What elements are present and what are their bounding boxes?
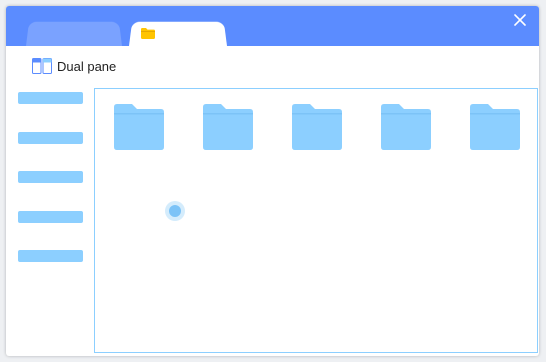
touch-indicator xyxy=(165,201,185,221)
sidebar-item[interactable] xyxy=(18,250,83,262)
file-content-pane[interactable] xyxy=(94,88,538,353)
sidebar-item[interactable] xyxy=(18,92,83,104)
sidebar-item[interactable] xyxy=(18,171,83,183)
folder-icon[interactable] xyxy=(381,104,431,150)
dual-pane-button[interactable]: Dual pane xyxy=(32,56,116,76)
close-icon[interactable] xyxy=(512,12,528,28)
file-manager-window: Dual pane xyxy=(6,6,539,356)
sidebar-item[interactable] xyxy=(18,211,83,223)
folder-icon[interactable] xyxy=(470,104,520,150)
folder-icon[interactable] xyxy=(203,104,253,150)
folder-icon xyxy=(141,28,155,39)
tab-inactive[interactable] xyxy=(26,21,122,46)
title-bar xyxy=(6,6,539,46)
dual-pane-icon xyxy=(32,58,52,74)
toolbar: Dual pane xyxy=(6,46,539,86)
dual-pane-label: Dual pane xyxy=(57,58,117,74)
sidebar-item[interactable] xyxy=(18,132,83,144)
folder-icon[interactable] xyxy=(114,104,164,150)
folder-icon[interactable] xyxy=(292,104,342,150)
